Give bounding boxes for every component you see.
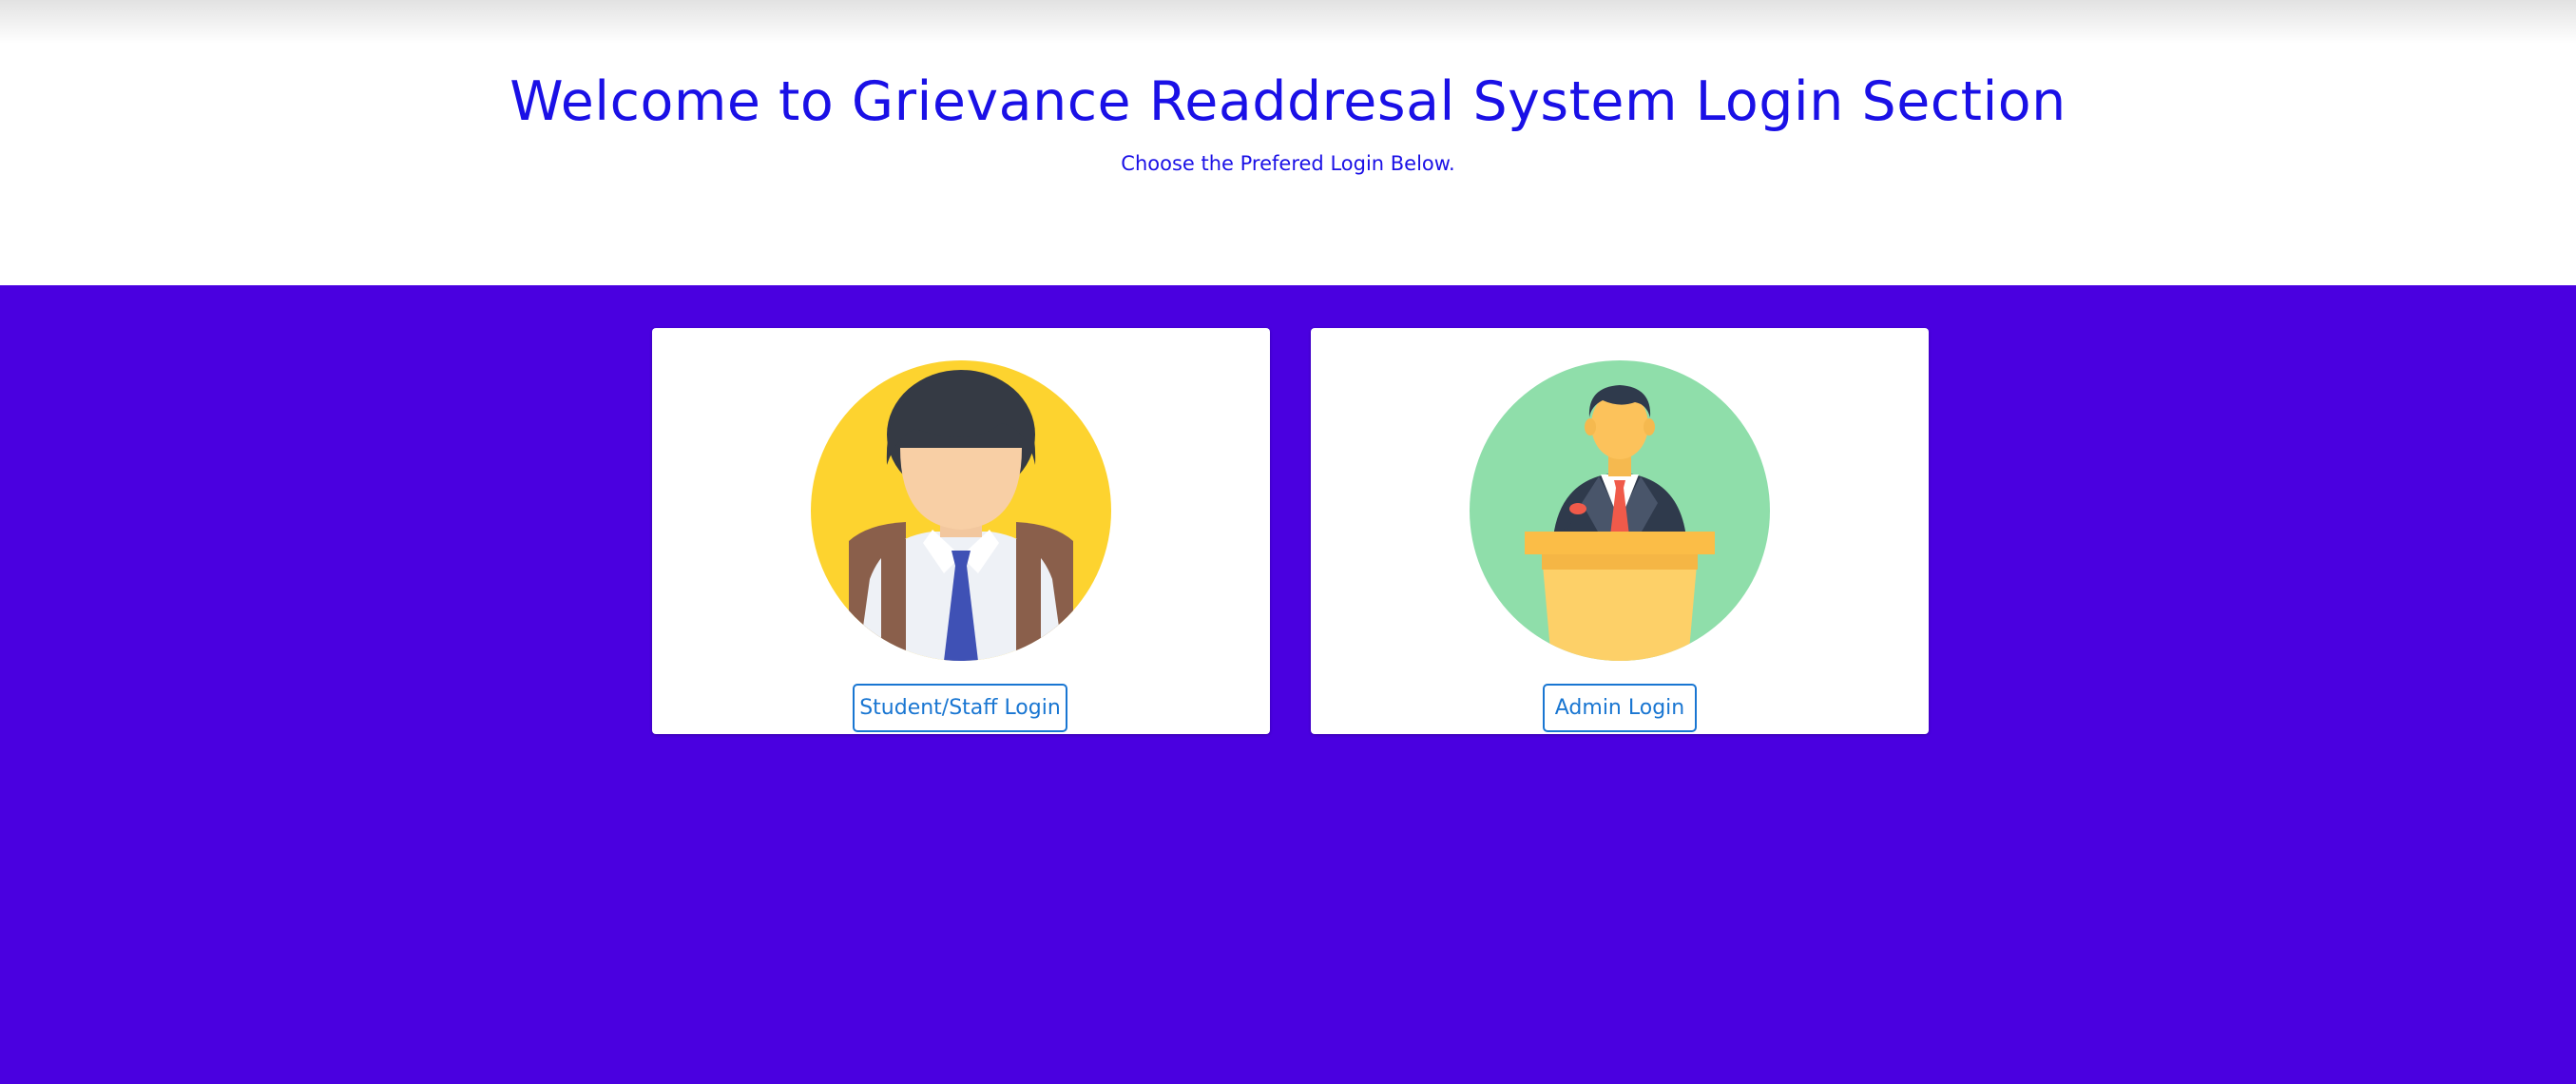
admin-login-button[interactable]: Admin Login [1543, 684, 1697, 732]
student-avatar-icon [811, 360, 1111, 661]
admin-login-card: Admin Login [1311, 328, 1929, 734]
page-title: Welcome to Grievance Readdresal System L… [509, 70, 2067, 133]
login-options-section [0, 285, 2576, 1084]
page-header: Welcome to Grievance Readdresal System L… [0, 0, 2576, 285]
student-login-card: Student/Staff Login [652, 328, 1270, 734]
admin-speaker-icon [1470, 360, 1770, 661]
student-staff-login-button[interactable]: Student/Staff Login [853, 684, 1067, 732]
page-subtitle: Choose the Prefered Login Below. [1121, 152, 1455, 175]
